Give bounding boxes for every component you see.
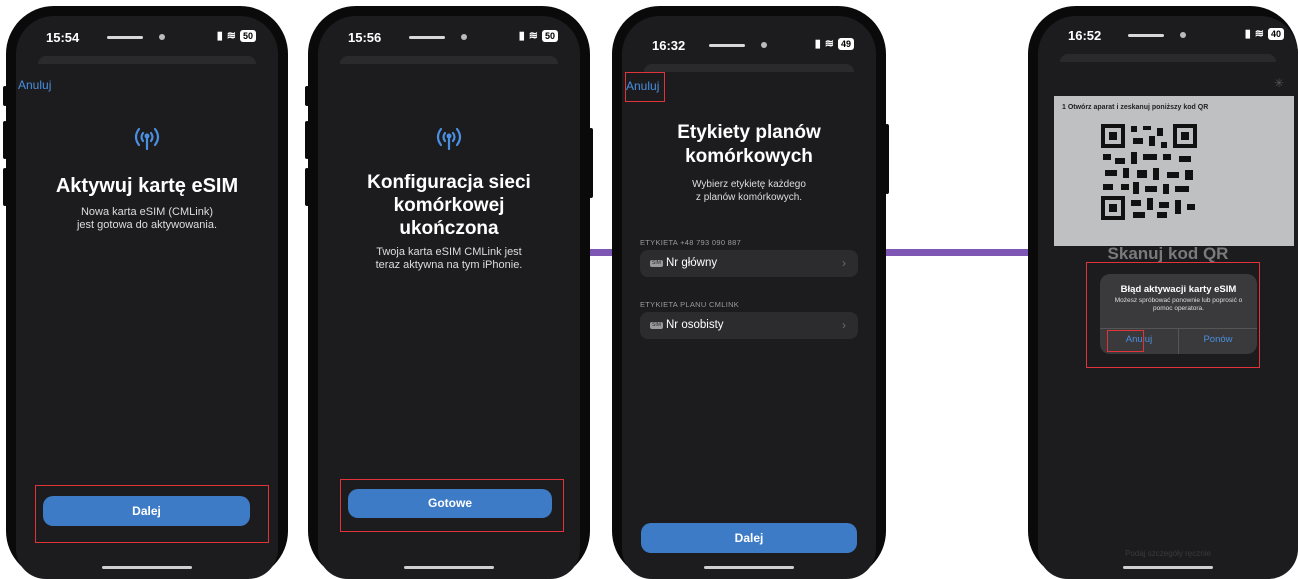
dynamic-island [409, 32, 469, 42]
status-icons: ▮ ≋ 50 [217, 29, 256, 42]
signal-icon: ▮ [518, 30, 525, 42]
section-header: ETYKIETA +48 793 090 887 [640, 238, 742, 247]
wifi-icon: ≋ [1254, 28, 1264, 40]
sheet-edge [38, 56, 256, 64]
phone-screen-activate: 15:54 ▮ ≋ 50 Anuluj Aktywuj kartę eSIM N… [3, 6, 288, 579]
home-indicator [102, 566, 192, 569]
status-time: 15:56 [348, 30, 382, 45]
wifi-icon: ≋ [824, 38, 834, 50]
antenna-icon [16, 124, 278, 159]
page-title: Konfiguracja sieci komórkowej ukończona [367, 172, 531, 239]
page-subtitle: Nowa karta eSIM (CMLink) jest gotowa do … [76, 206, 218, 231]
flow-connector [884, 249, 1040, 256]
cancel-button[interactable]: Anuluj [18, 78, 51, 92]
plan-label-row[interactable]: SIM Nr osobisty › [640, 312, 858, 339]
battery-icon: 40 [1267, 27, 1284, 40]
phone-screen-plan-labels: 16:32 ▮ ≋ 49 Anuluj Etykiety planów komó… [612, 6, 889, 579]
chevron-right-icon: › [842, 318, 846, 332]
home-indicator [1123, 566, 1213, 569]
highlight-box [1107, 330, 1144, 352]
sheet-edge [340, 56, 558, 64]
plan-label-value: Nr osobisty [666, 319, 724, 331]
manual-entry-link[interactable]: Podaj szczegóły ręcznie [1038, 549, 1298, 558]
next-button[interactable]: Dalej [43, 496, 250, 526]
qr-instruction: 1 Otwórz aparat i zeskanuj poniższy kod … [1062, 104, 1209, 111]
battery-icon: 49 [837, 37, 854, 50]
dynamic-island [709, 40, 769, 50]
screen: 16:52 ▮ ≋ 40 ✳ 1 Otwórz aparat i zeskanu… [1038, 16, 1298, 579]
phone-screen-configured: 15:56 ▮ ≋ 50 Konfiguracja sieci komórkow… [305, 6, 593, 579]
battery-icon: 50 [239, 29, 256, 42]
signal-icon: ▮ [216, 30, 223, 42]
status-time: 15:54 [46, 30, 80, 45]
sheet-edge [644, 64, 854, 72]
screen: 16:32 ▮ ≋ 49 Anuluj Etykiety planów komó… [622, 16, 876, 579]
wifi-icon: ≋ [528, 30, 538, 42]
sim-icon: SIM [650, 322, 663, 329]
status-time: 16:32 [652, 38, 686, 53]
status-icons: ▮ ≋ 49 [815, 37, 854, 50]
sheet-edge [1060, 54, 1276, 62]
status-time: 16:52 [1068, 28, 1102, 43]
section-header: ETYKIETA PLANU CMLINK [640, 300, 740, 309]
screen: 15:54 ▮ ≋ 50 Anuluj Aktywuj kartę eSIM N… [16, 16, 278, 579]
plan-label-value: Nr główny [666, 257, 718, 269]
cancel-button[interactable]: Anuluj [626, 79, 659, 93]
alert-message: Możesz spróbować ponownie lub poprosić o… [1114, 297, 1243, 312]
home-indicator [404, 566, 494, 569]
chevron-right-icon: › [842, 256, 846, 270]
status-bar: 16:32 ▮ ≋ 49 [622, 36, 876, 56]
sim-icon: SIM [650, 260, 663, 267]
signal-icon: ▮ [1244, 28, 1251, 40]
status-bar: 15:56 ▮ ≋ 50 [318, 28, 580, 48]
antenna-icon [318, 124, 580, 159]
status-bar: 15:54 ▮ ≋ 50 [16, 28, 278, 48]
wifi-icon: ≋ [226, 30, 236, 42]
loading-spinner-icon: ✳ [1273, 76, 1284, 90]
status-icons: ▮ ≋ 40 [1245, 27, 1284, 40]
done-button[interactable]: Gotowe [348, 489, 552, 518]
page-subtitle: Twoja karta eSIM CMLink jest teraz aktyw… [375, 246, 523, 271]
page-subtitle: Wybierz etykietę każdego z planów komórk… [692, 179, 806, 203]
alert-retry-button[interactable]: Ponów [1179, 334, 1257, 345]
alert-title: Błąd aktywacji karty eSIM [1120, 284, 1237, 295]
screen: 15:56 ▮ ≋ 50 Konfiguracja sieci komórkow… [318, 16, 580, 579]
scan-title: Skanuj kod QR [1107, 244, 1229, 263]
qr-code-icon [1099, 122, 1199, 222]
dynamic-island [1128, 30, 1188, 40]
phone-screen-scan-qr: 16:52 ▮ ≋ 40 ✳ 1 Otwórz aparat i zeskanu… [1028, 6, 1298, 579]
page-title: Etykiety planów komórkowych [677, 122, 821, 167]
status-bar: 16:52 ▮ ≋ 40 [1038, 26, 1298, 46]
page-title: Aktywuj kartę eSIM [55, 175, 239, 197]
battery-icon: 50 [541, 29, 558, 42]
next-button[interactable]: Dalej [641, 523, 857, 553]
dynamic-island [107, 32, 167, 42]
signal-icon: ▮ [814, 38, 821, 50]
home-indicator [704, 566, 794, 569]
camera-preview: 1 Otwórz aparat i zeskanuj poniższy kod … [1054, 96, 1294, 246]
plan-label-row[interactable]: SIM Nr główny › [640, 250, 858, 277]
status-icons: ▮ ≋ 50 [519, 29, 558, 42]
